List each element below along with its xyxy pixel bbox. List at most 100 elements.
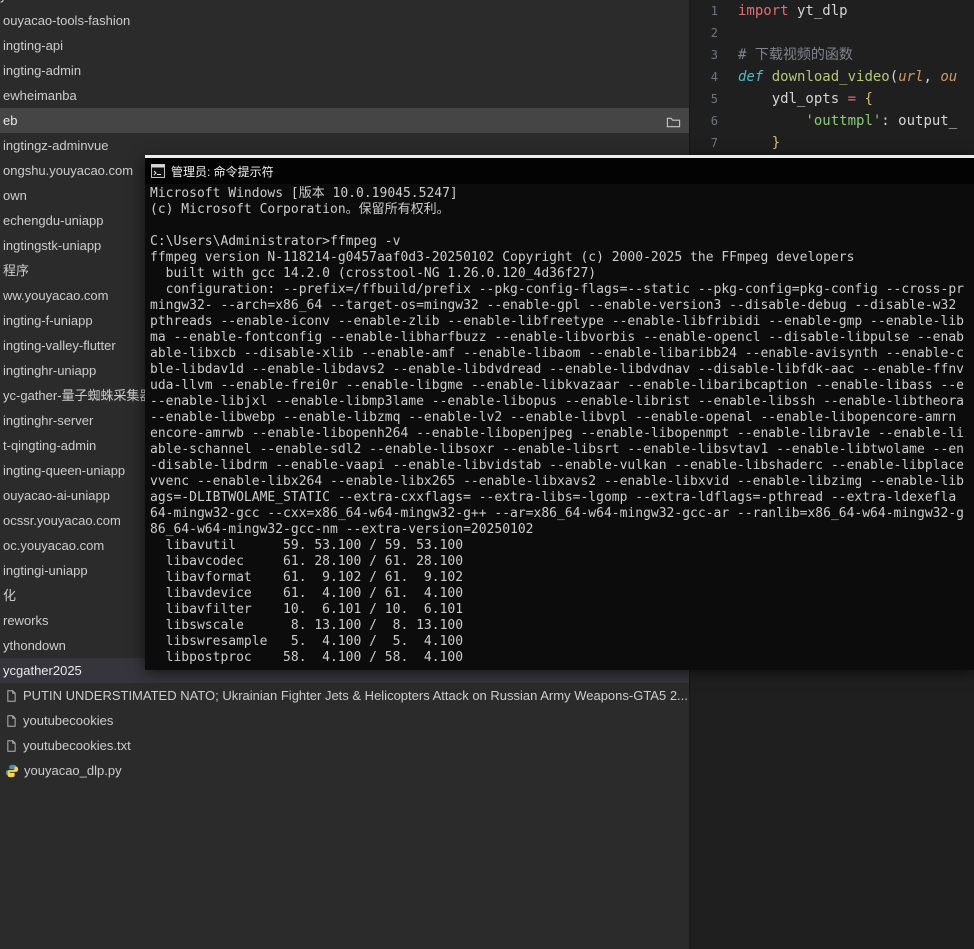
token-kw: = — [847, 91, 857, 107]
tree-item-label: ingting-valley-flutter — [3, 338, 116, 353]
token-param: ou — [940, 69, 958, 85]
tree-item-label: ycgather2025 — [3, 663, 82, 678]
tree-item-label: t-qingting-admin — [3, 438, 97, 453]
token-bracket: } — [771, 135, 781, 151]
terminal-line: encore-amrwb --enable-libopenh264 --enab… — [150, 426, 964, 441]
token-param: url — [898, 69, 924, 85]
file-item-label: youyacao_dlp.py — [24, 763, 122, 778]
code-text: 'outtmpl': output_ — [722, 110, 957, 132]
tree-item-label: ocssr.youyacao.com — [3, 513, 121, 528]
code-line: 1 import yt_dlp — [690, 0, 974, 22]
cmd-window[interactable]: 管理员: 命令提示符 Microsoft Windows [版本 10.0.19… — [145, 155, 974, 670]
tree-item-ouyacao-tools-fashion[interactable]: ouyacao-tools-fashion — [0, 8, 689, 33]
file-icon — [7, 689, 16, 702]
terminal-line: ma --enable-fontconfig --enable-libharfb… — [150, 330, 964, 345]
folder-icon — [666, 117, 681, 128]
tree-item-label: ingting-admin — [3, 63, 82, 78]
file-icon — [7, 739, 16, 752]
tree-item-partial-label: y — [0, 0, 200, 3]
tree-item-label: oc.youyacao.com — [3, 538, 105, 553]
token-bracket: { — [864, 91, 873, 107]
cmd-titlebar[interactable]: 管理员: 命令提示符 — [145, 158, 974, 184]
file-icon — [7, 714, 16, 727]
token-comment: # 下载视频的函数 — [738, 47, 853, 63]
tree-item-ewheimanba[interactable]: ewheimanba — [0, 83, 689, 108]
terminal-line: mingw32- --arch=x86_64 --target-os=mingw… — [150, 298, 957, 313]
terminal-line: libswscale 8. 13.100 / 8. 13.100 — [150, 618, 464, 633]
tree-item-label: ingting-api — [3, 38, 63, 53]
code-line: 2 — [690, 22, 974, 44]
terminal-line: libavcodec 61. 28.100 / 61. 28.100 — [150, 554, 464, 569]
tree-item-ingting-api[interactable]: ingting-api — [0, 33, 689, 58]
code-line: 3 # 下载视频的函数 — [690, 44, 974, 66]
line-number: 5 — [710, 92, 718, 106]
terminal-line: -disable-libdrm --enable-vaapi --enable-… — [150, 458, 964, 473]
terminal-line: libavutil 59. 53.100 / 59. 53.100 — [150, 538, 464, 553]
tree-item-label: reworks — [3, 613, 49, 628]
terminal-line: --enable-libwebp --enable-libzmq --enabl… — [150, 410, 957, 425]
tree-item-label: ingtinghr-server — [3, 413, 94, 428]
tree-item-label: ingtinghr-uniapp — [3, 363, 97, 378]
tree-item-label: ongshu.youyacao.com — [3, 163, 134, 178]
terminal-line: ffmpeg version N-118214-g0457aaf0d3-2025… — [150, 250, 855, 265]
tree-item-label: ingtingz-adminvue — [3, 138, 109, 153]
tree-item-label: ingtingstk-uniapp — [3, 238, 102, 253]
terminal-line: able-schannel --enable-sdl2 --enable-lib… — [150, 442, 964, 457]
token-plain: , — [923, 69, 941, 85]
tree-item-label: ouyacao-tools-fashion — [3, 13, 131, 28]
token-plain: : output_ — [881, 113, 958, 129]
terminal-line: libpostproc 58. 4.100 / 58. 4.100 — [150, 650, 464, 665]
tree-item-label: ingting-f-uniapp — [3, 313, 93, 328]
tree-item-label: 化 — [3, 588, 17, 603]
terminal-line: able-libxcb --disable-xlib --enable-amf … — [150, 346, 964, 361]
tree-item-label: ythondown — [3, 638, 66, 653]
code-text: def download_video(url, ou — [722, 66, 957, 88]
tree-item-label: echengdu-uniapp — [3, 213, 104, 228]
terminal-line: 86_64-w64-mingw32-gcc-nm --extra-version… — [150, 522, 534, 537]
tree-item-eb[interactable]: eb — [0, 108, 689, 133]
token-plain: yt_dlp — [788, 3, 848, 19]
token-plain: ydl_opts — [738, 91, 848, 107]
token-func: download_video — [771, 69, 890, 85]
file-item[interactable]: PUTIN UNDERSTIMATED NATO; Ukrainian Figh… — [0, 683, 689, 708]
row-folder-badge[interactable] — [666, 113, 681, 128]
token-plain: ( — [889, 69, 899, 85]
code-text: } — [722, 132, 780, 154]
file-item[interactable]: youtubecookies.txt — [0, 733, 689, 758]
token-kw: import — [738, 3, 789, 19]
cmd-window-title: 管理员: 命令提示符 — [171, 164, 274, 179]
terminal-line: ble-libdav1d --enable-libdavs2 --enable-… — [150, 362, 964, 377]
terminal-line: configuration: --prefix=/ffbuild/prefix … — [150, 282, 964, 297]
line-number: 1 — [710, 4, 718, 18]
terminal-line: uda-llvm --enable-frei0r --enable-libgme… — [150, 378, 964, 393]
line-number: 6 — [710, 114, 718, 128]
code-text: import yt_dlp — [722, 0, 848, 22]
code-line: 5 ydl_opts = { — [690, 88, 974, 110]
terminal-line: libavfilter 10. 6.101 / 10. 6.101 — [150, 602, 464, 617]
code-line: 6 'outtmpl': output_ — [690, 110, 974, 132]
code-line: 7 } — [690, 132, 974, 154]
code-line: 4 def download_video(url, ou — [690, 66, 974, 88]
terminal-line: libswresample 5. 4.100 / 5. 4.100 — [150, 634, 464, 649]
tree-item-label: ingting-queen-uniapp — [3, 463, 126, 478]
cmd-terminal-output[interactable]: Microsoft Windows [版本 10.0.19045.5247] (c… — [145, 184, 974, 670]
python-icon — [5, 764, 19, 777]
file-item-label: youtubecookies.txt — [23, 738, 131, 753]
terminal-line: libavdevice 61. 4.100 / 61. 4.100 — [150, 586, 464, 601]
file-item-label: youtubecookies — [23, 713, 114, 728]
tree-item-partial: y — [0, 0, 200, 8]
file-item[interactable]: youtubecookies — [0, 708, 689, 733]
terminal-line: --enable-libjxl --enable-libmp3lame --en… — [150, 394, 964, 409]
token-string: 'outtmpl' — [805, 113, 882, 129]
file-item[interactable]: youyacao_dlp.py — [0, 758, 689, 783]
terminal-line: built with gcc 14.2.0 (crosstool-NG 1.26… — [150, 266, 597, 281]
tree-item-label: eb — [3, 113, 18, 128]
terminal-line: C:\Users\Administrator>ffmpeg -v — [150, 234, 401, 249]
tree-item-ingting-admin[interactable]: ingting-admin — [0, 58, 689, 83]
code-text: ydl_opts = { — [722, 88, 873, 110]
cmd-icon — [151, 164, 165, 178]
